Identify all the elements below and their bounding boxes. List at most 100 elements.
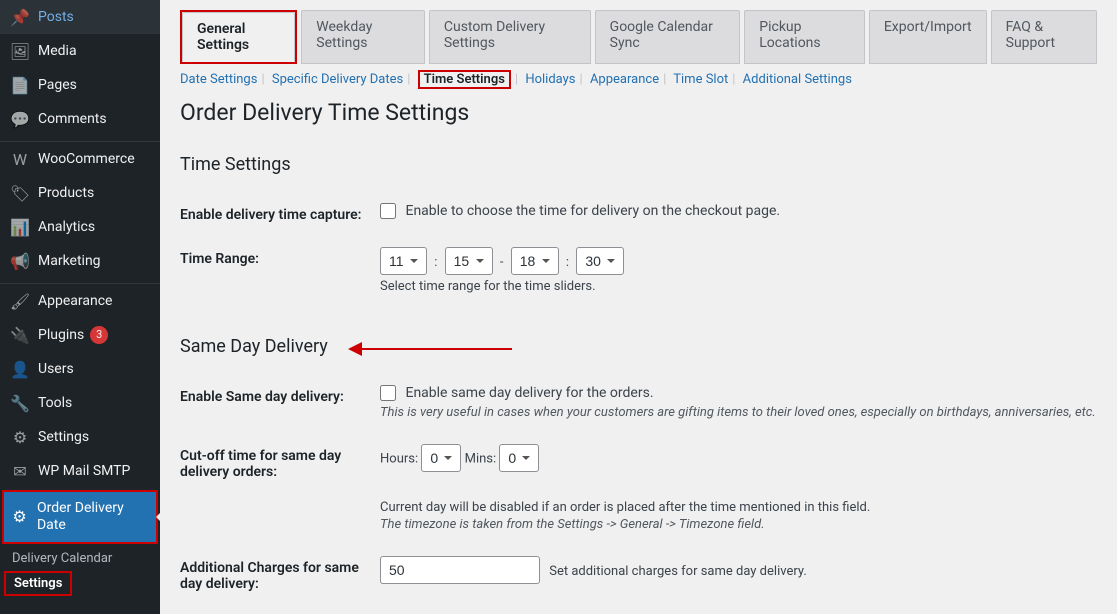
field-label: Additional Charges for same day delivery… [180,556,380,592]
sidebar-label: Comments [38,111,107,127]
checkbox-text: Enable to choose the time for delivery o… [405,203,780,219]
mail-icon: ✉ [10,461,30,481]
woo-icon: W [10,149,30,169]
tab-google-calendar-sync[interactable]: Google Calendar Sync [595,10,741,64]
products-icon: 🏷 [10,183,30,203]
sidebar-label: Plugins [38,327,84,343]
additional-charges-input[interactable] [380,556,540,584]
submenu-settings[interactable]: Settings [6,573,70,594]
subnav-holidays[interactable]: Holidays [525,72,575,87]
sidebar-item-order-delivery-date[interactable]: ⚙ Order Delivery Date [4,492,156,542]
highlight-box: General Settings [180,10,297,64]
time-range-end-hour[interactable]: 18 [511,247,559,275]
same-day-checkbox[interactable] [380,385,396,401]
same-day-checkbox-label[interactable]: Enable same day delivery for the orders. [380,385,654,401]
sidebar-label: Order Delivery Date [37,500,150,534]
time-range-description: Select time range for the time sliders. [380,279,1097,294]
cutoff-note-1: Current day will be disabled if an order… [380,500,1097,515]
appearance-icon: 🖌 [10,291,30,311]
highlight-box: Time Settings [418,70,511,89]
subnav-specific-delivery-dates[interactable]: Specific Delivery Dates [272,72,403,87]
subnav-additional-settings[interactable]: Additional Settings [743,72,852,87]
tab-general-settings[interactable]: General Settings [182,12,295,62]
sidebar-item-analytics[interactable]: 📊 Analytics [0,210,160,244]
sidebar-item-pages[interactable]: 📄 Pages [0,68,160,102]
time-range-start-hour[interactable]: 11 [380,247,427,275]
field-time-range: Time Range: 11 : 15 - 18 : 30 Select tim… [180,235,1097,306]
time-range-end-min[interactable]: 30 [576,247,624,275]
tools-icon: 🔧 [10,393,30,413]
sub-nav: Date Settings| Specific Delivery Dates| … [180,72,1097,87]
field-additional-charges: Additional Charges for same day delivery… [180,544,1097,604]
cutoff-note-2: The timezone is taken from the Settings … [380,517,1097,532]
cutoff-hours-select[interactable]: 0 [421,444,461,472]
charges-text: Set additional charges for same day deli… [549,564,807,579]
sidebar-label: WP Mail SMTP [38,463,130,479]
sidebar-label: Users [38,361,74,377]
subnav-date-settings[interactable]: Date Settings [180,72,257,87]
sidebar-item-users[interactable]: 👤 Users [0,352,160,386]
time-range-start-min[interactable]: 15 [445,247,493,275]
highlight-box: ⚙ Order Delivery Date [2,490,158,544]
tab-pickup-locations[interactable]: Pickup Locations [744,10,865,64]
sidebar-label: WooCommerce [38,151,135,167]
sidebar-label: Analytics [38,219,95,235]
pages-icon: 📄 [10,75,30,95]
field-enable-same-day: Enable Same day delivery: Enable same da… [180,373,1097,432]
sidebar-item-marketing[interactable]: 📢 Marketing [0,244,160,278]
sidebar-label: Marketing [38,253,101,269]
field-cutoff-time: Cut-off time for same day delivery order… [180,432,1097,544]
enable-time-checkbox[interactable] [380,203,396,219]
tab-faq-support[interactable]: FAQ & Support [991,10,1097,64]
sidebar-item-wpmailsmtp[interactable]: ✉ WP Mail SMTP [0,454,160,488]
tab-weekday-settings[interactable]: Weekday Settings [301,10,425,64]
sidebar-label: Tools [38,395,72,411]
subnav-appearance[interactable]: Appearance [590,72,659,87]
sidebar-item-woocommerce[interactable]: W WooCommerce [0,142,160,176]
enable-time-checkbox-label[interactable]: Enable to choose the time for delivery o… [380,203,780,219]
sidebar-item-tools[interactable]: 🔧 Tools [0,386,160,420]
checkbox-text: Enable same day delivery for the orders. [405,385,653,401]
sidebar-item-posts[interactable]: 📌 Posts [0,0,160,34]
sidebar-label: Products [38,185,94,201]
sidebar-label: Posts [38,9,74,25]
primary-tabs: General Settings Weekday Settings Custom… [180,10,1097,64]
field-label: Cut-off time for same day delivery order… [180,444,380,480]
subnav-time-slot[interactable]: Time Slot [673,72,728,87]
sidebar-label: Settings [38,429,89,445]
admin-sidebar: 📌 Posts 🖼 Media 📄 Pages 💬 Comments W Woo… [0,0,160,614]
field-label: Enable Same day delivery: [180,385,380,405]
submenu-delivery-calendar[interactable]: Delivery Calendar [0,546,160,571]
arrow-line [362,348,512,350]
section-title-time-settings: Time Settings [180,154,291,175]
sidebar-label: Media [38,43,77,59]
subnav-time-settings[interactable]: Time Settings [420,71,509,88]
section-title-same-day-delivery: Same Day Delivery [180,336,328,357]
highlight-box: Settings [4,571,72,596]
tab-custom-delivery-settings[interactable]: Custom Delivery Settings [429,10,591,64]
sidebar-item-media[interactable]: 🖼 Media [0,34,160,68]
pin-icon: 📌 [10,7,30,27]
sidebar-item-products[interactable]: 🏷 Products [0,176,160,210]
plugins-update-badge: 3 [90,326,108,344]
settings-icon: ⚙ [10,427,30,447]
plugins-icon: 🔌 [10,325,30,345]
gear-icon: ⚙ [10,507,29,527]
same-day-description: This is very useful in cases when your c… [380,405,1097,420]
sidebar-item-comments[interactable]: 💬 Comments [0,102,160,136]
analytics-icon: 📊 [10,217,30,237]
time-range-group: 11 : 15 - 18 : 30 [380,255,624,270]
comments-icon: 💬 [10,109,30,129]
annotation-arrow [348,342,512,356]
sidebar-label: Appearance [38,293,112,309]
active-caret-icon [156,509,164,525]
sidebar-item-plugins[interactable]: 🔌 Plugins 3 [0,318,160,352]
cutoff-mins-select[interactable]: 0 [499,444,539,472]
field-label: Enable delivery time capture: [180,203,380,223]
tab-export-import[interactable]: Export/Import [869,10,987,64]
sidebar-item-settings[interactable]: ⚙ Settings [0,420,160,454]
main-content: General Settings Weekday Settings Custom… [160,0,1117,614]
sidebar-item-appearance[interactable]: 🖌 Appearance [0,284,160,318]
page-title: Order Delivery Time Settings [180,99,1097,126]
sidebar-label: Pages [38,77,77,93]
